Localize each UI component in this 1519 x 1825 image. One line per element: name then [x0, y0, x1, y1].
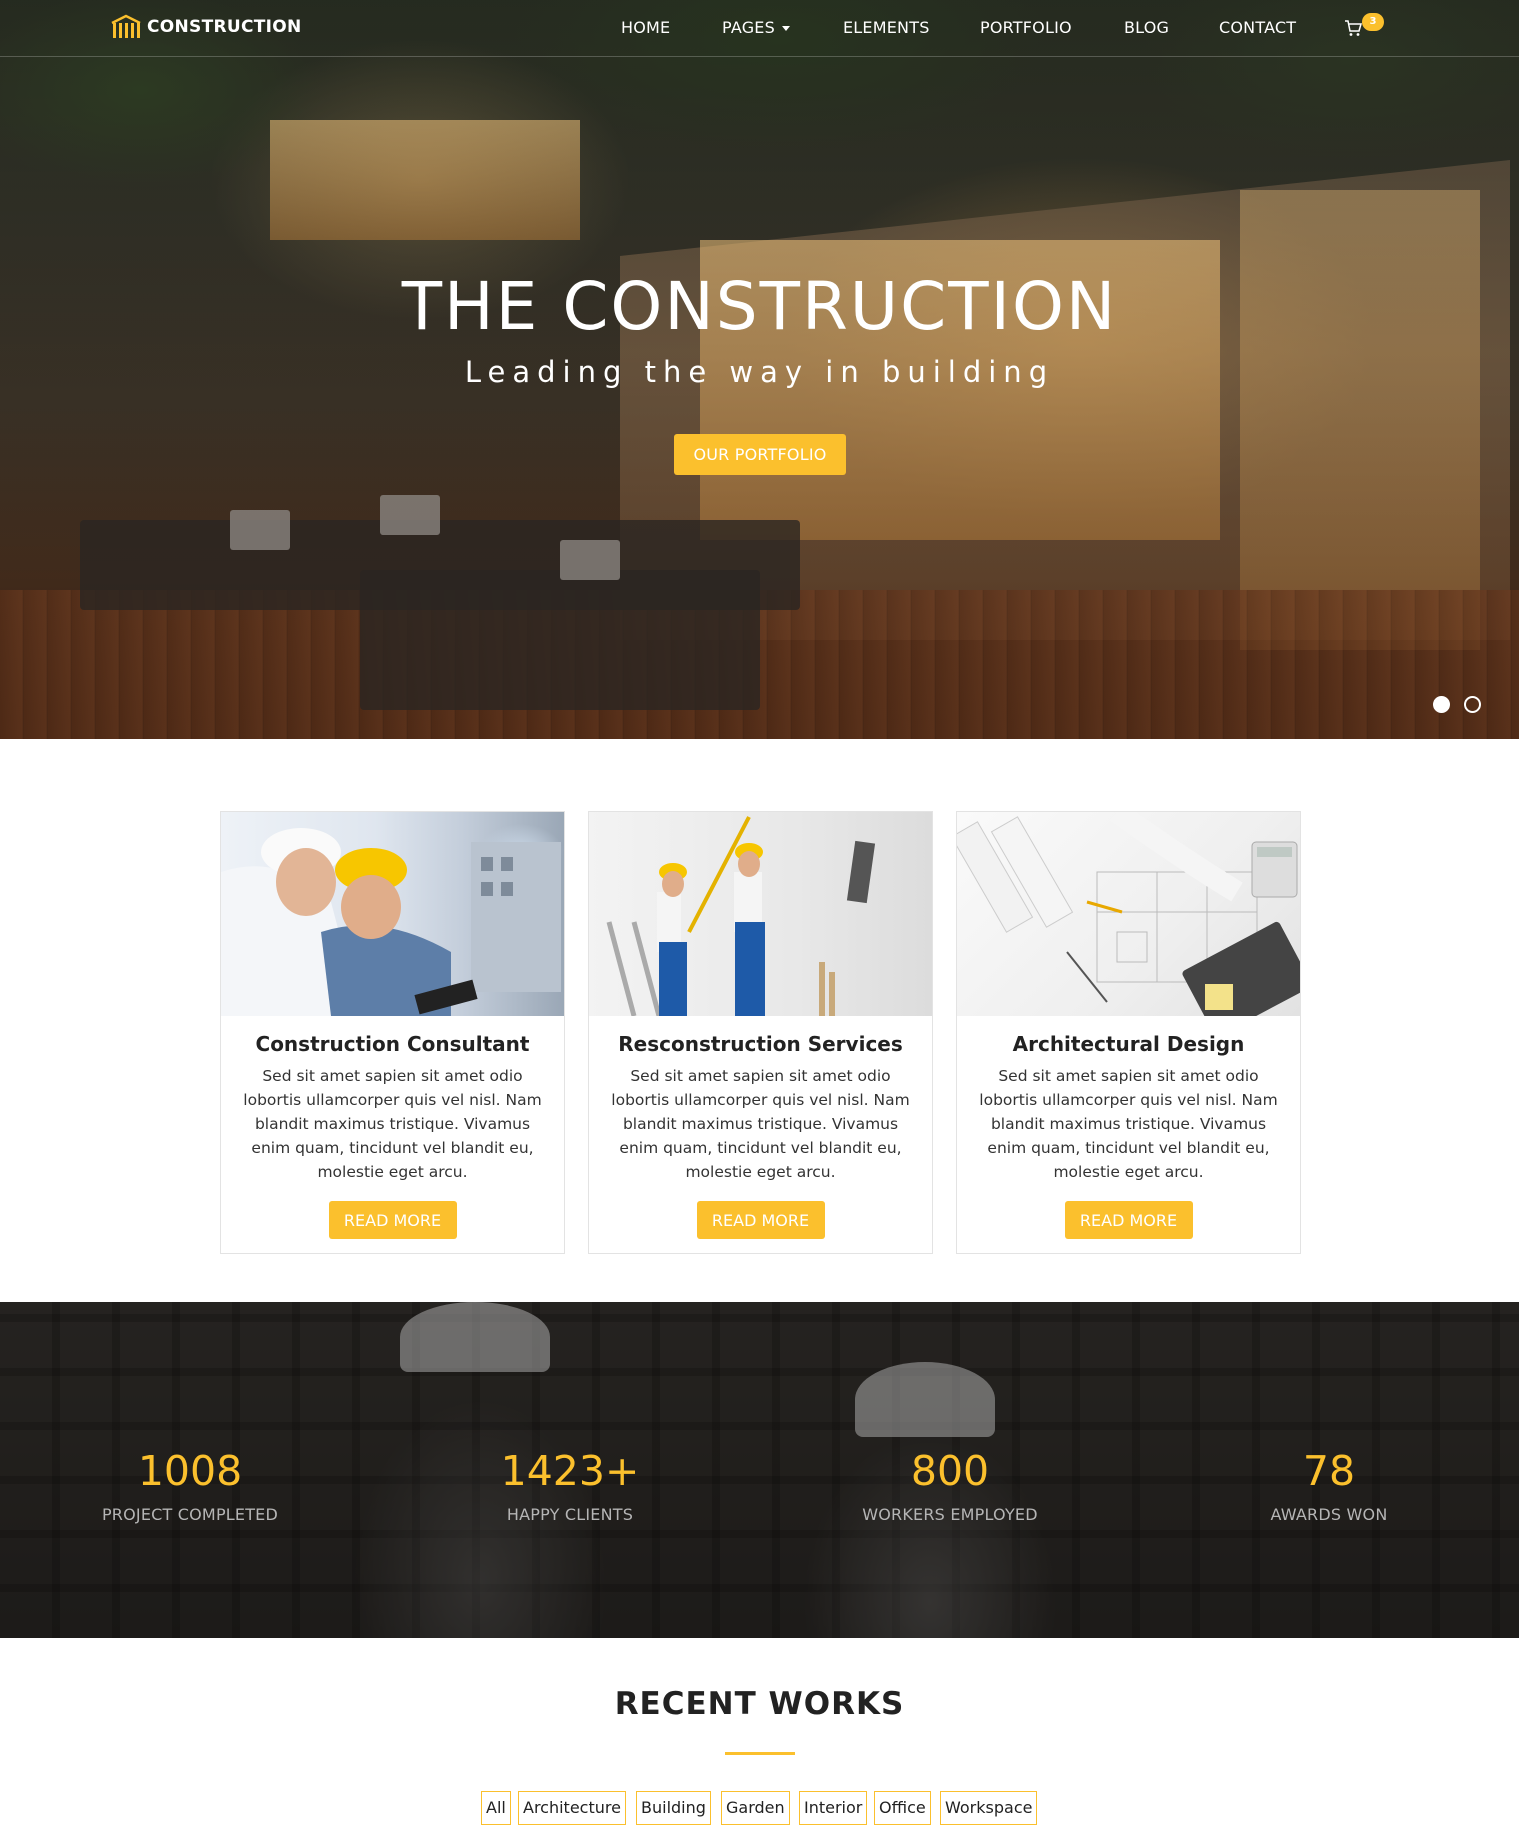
hero-background-door [1240, 190, 1480, 650]
stats-counter-section: 1008 PROJECT COMPLETED 1423+ HAPPY CLIEN… [0, 1302, 1519, 1638]
read-more-button[interactable]: READ MORE [696, 1201, 825, 1239]
filter-workspace[interactable]: Workspace [940, 1791, 1038, 1825]
stat-label: PROJECT COMPLETED [101, 1505, 279, 1524]
blueprints-illustration [957, 812, 1300, 1016]
stat-value: 800 [910, 1447, 990, 1495]
hero-subtitle: Leading the way in building [464, 355, 1055, 389]
stat-workers: 800 WORKERS EMPLOYED [760, 1447, 1140, 1524]
card-image-workers [589, 812, 932, 1016]
recent-works-title: RECENT WORKS [614, 1686, 905, 1722]
slider-dot-1[interactable] [1433, 696, 1450, 713]
hero-slider: CONSTRUCTION HOME PAGES ELEMENTS PORTFOL… [0, 0, 1519, 739]
portfolio-filter-bar: All Architecture Building Garden Interio… [0, 1791, 1519, 1825]
stat-label: WORKERS EMPLOYED [862, 1505, 1038, 1524]
card-title: Architectural Design [1012, 1032, 1245, 1056]
filter-all[interactable]: All [481, 1791, 511, 1825]
read-more-button[interactable]: READ MORE [328, 1201, 457, 1239]
consultants-illustration [221, 828, 561, 1016]
nav-item-pages-label: PAGES [722, 18, 775, 37]
hero-title: THE CONSTRUCTION [401, 268, 1118, 345]
filter-building[interactable]: Building [636, 1791, 711, 1825]
service-card-reconstruction: Resconstruction Services Sed sit amet sa… [588, 811, 933, 1254]
nav-menu: HOME PAGES ELEMENTS PORTFOLIO BLOG CONTA… [0, 18, 1519, 42]
stat-projects: 1008 PROJECT COMPLETED [0, 1447, 380, 1524]
read-more-button[interactable]: READ MORE [1064, 1201, 1193, 1239]
card-title: Construction Consultant [255, 1032, 530, 1056]
card-image-blueprints [957, 812, 1300, 1016]
stat-value: 1008 [137, 1447, 243, 1495]
card-image-consultants [221, 812, 564, 1016]
stats-background-helmet [400, 1302, 550, 1372]
stat-label: AWARDS WON [1270, 1505, 1388, 1524]
filter-garden[interactable]: Garden [721, 1791, 790, 1825]
service-card-consultant: Construction Consultant Sed sit amet sap… [220, 811, 565, 1254]
hero-background-cushion [560, 540, 620, 580]
stat-label: HAPPY CLIENTS [506, 1505, 634, 1524]
cart-count-badge: 3 [1362, 13, 1384, 31]
shopping-cart-icon[interactable] [1344, 19, 1362, 37]
workers-illustration [606, 816, 876, 1016]
hero-background-shed [270, 120, 580, 240]
top-navbar: CONSTRUCTION HOME PAGES ELEMENTS PORTFOL… [0, 0, 1519, 57]
card-description: Sed sit amet sapien sit amet odio lobort… [243, 1067, 542, 1181]
filter-interior[interactable]: Interior [799, 1791, 868, 1825]
nav-item-portfolio[interactable]: PORTFOLIO [980, 18, 1072, 37]
hero-background-sofa-front [360, 570, 760, 710]
our-portfolio-button[interactable]: OUR PORTFOLIO [674, 434, 846, 475]
hero-background-cushion [380, 495, 440, 535]
stat-value: 78 [1302, 1447, 1356, 1495]
title-underline [725, 1752, 795, 1755]
stat-value: 1423+ [500, 1447, 640, 1495]
nav-item-pages[interactable]: PAGES [722, 18, 790, 37]
service-card-architectural: Architectural Design Sed sit amet sapien… [956, 811, 1301, 1254]
nav-item-contact[interactable]: CONTACT [1219, 18, 1296, 37]
stats-background-helmet [855, 1362, 995, 1437]
stat-awards: 78 AWARDS WON [1139, 1447, 1519, 1524]
card-title: Resconstruction Services [618, 1032, 903, 1056]
card-description: Sed sit amet sapien sit amet odio lobort… [611, 1067, 910, 1181]
filter-office[interactable]: Office [874, 1791, 931, 1825]
stat-clients: 1423+ HAPPY CLIENTS [380, 1447, 760, 1524]
filter-architecture[interactable]: Architecture [518, 1791, 626, 1825]
slider-dot-2[interactable] [1464, 696, 1481, 713]
caret-down-icon [781, 26, 790, 31]
hero-background-cushion [230, 510, 290, 550]
nav-item-blog[interactable]: BLOG [1124, 18, 1169, 37]
nav-item-elements[interactable]: ELEMENTS [843, 18, 930, 37]
card-description: Sed sit amet sapien sit amet odio lobort… [979, 1067, 1278, 1181]
nav-item-home[interactable]: HOME [621, 18, 670, 37]
